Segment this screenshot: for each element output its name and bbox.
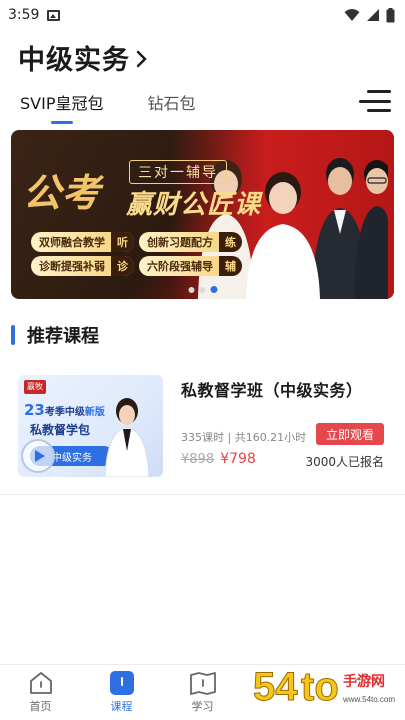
banner-feature-pill: 双师融合教学 听 <box>31 232 134 252</box>
svg-text:54: 54 <box>253 665 298 709</box>
course-card[interactable]: 嬴牧 23考季中级新版 私教督学包 中级实务 私教督学班（中级实务） 335课时… <box>18 375 388 477</box>
carousel-dot[interactable] <box>199 286 205 293</box>
tab-diamond[interactable]: 钻石包 <box>147 90 195 124</box>
menu-line-icon <box>367 90 391 93</box>
play-icon[interactable] <box>21 439 55 473</box>
feature-tag: 练 <box>219 232 242 252</box>
section-accent-bar <box>11 325 15 345</box>
section-title: 推荐课程 <box>27 326 99 347</box>
feature-label: 创新习题配方 <box>147 236 213 249</box>
teacher-image <box>104 398 150 477</box>
feature-label: 六阶段强辅导 <box>147 260 213 273</box>
svg-text:www.54to.com: www.54to.com <box>342 695 395 704</box>
menu-button[interactable] <box>355 86 391 116</box>
promo-banner[interactable]: 公考 三对一辅导 赢财公匠课 双师融合教学 听 创新习题配方 练 诊断提强补弱 … <box>11 130 394 299</box>
price-row: ¥898 ¥798 <box>181 451 256 467</box>
thumb-logo: 嬴牧 <box>24 380 46 394</box>
status-bar: 3:59 <box>0 0 405 30</box>
feature-label: 诊断提强补弱 <box>39 260 105 273</box>
signal-icon <box>367 9 379 21</box>
nav-home-label: 首页 <box>29 700 52 713</box>
course-info: 私教督学班（中级实务） 335课时 | 共160.21小时 ¥898 ¥798 … <box>163 375 388 477</box>
site-watermark-logo: 54 to 手游网 www.54to.com <box>253 665 396 710</box>
feature-tag: 诊 <box>111 256 134 276</box>
package-tabs: SVIP皇冠包 钻石包 <box>0 84 405 130</box>
nav-course-label: 课程 <box>110 700 133 713</box>
feature-tag: 辅 <box>219 256 242 276</box>
image-notification-icon <box>47 9 61 21</box>
course-title[interactable]: 私教督学班（中级实务） <box>181 377 388 401</box>
old-price: ¥898 <box>181 452 215 467</box>
menu-line-icon <box>367 109 391 112</box>
nav-course[interactable]: 课程 <box>81 665 162 720</box>
enrolled-count: 3000人已报名 <box>305 455 384 469</box>
thumb-year: 23 <box>24 401 45 419</box>
home-icon <box>29 672 52 694</box>
status-right <box>344 7 395 23</box>
menu-line-icon <box>359 99 391 103</box>
svg-text:手游网: 手游网 <box>343 673 385 690</box>
nav-study[interactable]: 学习 <box>162 665 243 720</box>
banner-big-text: 公考 <box>23 162 101 217</box>
divider <box>0 494 405 495</box>
feature-label: 双师融合教学 <box>39 236 105 249</box>
thumb-line1-text: 考季中级 <box>44 407 85 418</box>
status-left: 3:59 <box>8 7 61 23</box>
nav-study-label: 学习 <box>191 700 214 713</box>
banner-subtitle: 三对一辅导 <box>129 160 227 184</box>
header: 中级实务 <box>0 30 405 84</box>
book-icon <box>189 672 216 695</box>
page-title[interactable]: 中级实务 <box>18 38 130 77</box>
carousel-indicator <box>188 286 217 293</box>
course-thumbnail[interactable]: 嬴牧 23考季中级新版 私教督学包 中级实务 <box>18 375 163 477</box>
tab-svip[interactable]: SVIP皇冠包 <box>20 90 103 124</box>
watch-now-button[interactable]: 立即观看 <box>316 423 384 445</box>
course-meta: 335课时 | 共160.21小时 <box>181 431 307 444</box>
chevron-right-icon[interactable] <box>136 50 148 68</box>
banner-feature-pill: 六阶段强辅导 辅 <box>139 256 242 276</box>
status-time: 3:59 <box>8 7 40 23</box>
course-icon <box>109 671 134 695</box>
carousel-dot[interactable] <box>188 286 194 293</box>
banner-feature-pill: 创新习题配方 练 <box>139 232 242 252</box>
carousel-dot-active[interactable] <box>210 286 217 293</box>
battery-icon <box>386 7 395 22</box>
recommended-section-header: 推荐课程 <box>11 322 99 348</box>
nav-home[interactable]: 首页 <box>0 665 81 720</box>
svg-text:to: to <box>301 665 339 709</box>
banner-feature-pill: 诊断提强补弱 诊 <box>31 256 134 276</box>
new-price: ¥798 <box>220 451 256 467</box>
thumb-line1: 23考季中级新版 <box>24 401 105 419</box>
feature-tag: 听 <box>111 232 134 252</box>
banner-headline: 赢财公匠课 <box>126 190 262 220</box>
thumb-line2: 私教督学包 <box>30 423 91 437</box>
wifi-icon <box>344 9 360 21</box>
